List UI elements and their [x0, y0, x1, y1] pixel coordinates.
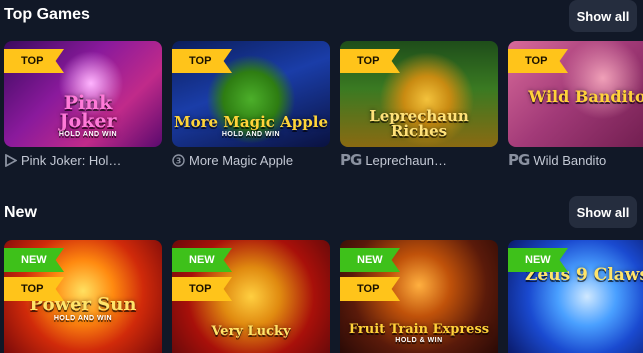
- game-card-very-lucky[interactable]: Very Lucky NEW TOP: [172, 240, 330, 353]
- show-all-button[interactable]: Show all: [569, 0, 637, 32]
- new-badge: NEW: [4, 248, 64, 272]
- show-all-button[interactable]: Show all: [569, 196, 637, 228]
- game-logo: Leprechaun Riches: [369, 107, 469, 140]
- top-badge: TOP: [172, 277, 232, 301]
- game-card-leprechaun-riches[interactable]: Leprechaun Riches TOP: [340, 41, 498, 147]
- game-caption[interactable]: 3 More Magic Apple: [172, 150, 330, 170]
- game-card-power-sun[interactable]: Power Sun HOLD AND WIN NEW TOP: [4, 240, 162, 353]
- section-title: Top Games: [4, 6, 90, 23]
- new-badge: NEW: [172, 248, 232, 272]
- game-caption[interactable]: Pink Joker: Hol…: [4, 150, 162, 170]
- section-title: New: [4, 204, 37, 221]
- pg-logo-icon: PG: [340, 151, 362, 169]
- game-logo: Wild Bandito: [528, 87, 643, 106]
- game-card-zeus-9-claws[interactable]: Zeus 9 Claws NEW: [508, 240, 643, 353]
- new-badge: NEW: [340, 248, 400, 272]
- spiral-3-icon: 3: [172, 153, 185, 167]
- top-badge: TOP: [340, 277, 400, 301]
- svg-text:3: 3: [176, 156, 182, 165]
- game-caption[interactable]: PG Leprechaun…: [340, 150, 498, 170]
- game-card-pink-joker[interactable]: Pink Joker HOLD AND WIN TOP: [4, 41, 162, 147]
- new-games-section: New Show all Power Sun HOLD AND WIN NEW …: [0, 196, 643, 353]
- top-badge: TOP: [4, 277, 64, 301]
- top-badge: TOP: [172, 49, 232, 73]
- game-card-wild-bandito[interactable]: Wild Bandito TOP: [508, 41, 643, 147]
- game-logo: Pink Joker HOLD AND WIN: [58, 92, 118, 139]
- new-badge: NEW: [508, 248, 568, 272]
- game-logo: Very Lucky: [211, 324, 291, 339]
- top-badge: TOP: [508, 49, 568, 73]
- play-triangle-icon: [4, 153, 17, 167]
- top-badge: TOP: [340, 49, 400, 73]
- game-logo: More Magic Apple HOLD AND WIN: [174, 113, 328, 139]
- game-logo: Fruit Train Express HOLD & WIN: [348, 322, 490, 344]
- pg-logo-icon: PG: [508, 151, 530, 169]
- top-games-section: Top Games Show all Pink Joker HOLD AND W…: [0, 0, 643, 180]
- game-card-more-magic-apple[interactable]: More Magic Apple HOLD AND WIN TOP: [172, 41, 330, 147]
- top-badge: TOP: [4, 49, 64, 73]
- game-caption[interactable]: PG Wild Bandito: [508, 150, 643, 170]
- game-card-fruit-train[interactable]: Fruit Train Express HOLD & WIN NEW TOP: [340, 240, 498, 353]
